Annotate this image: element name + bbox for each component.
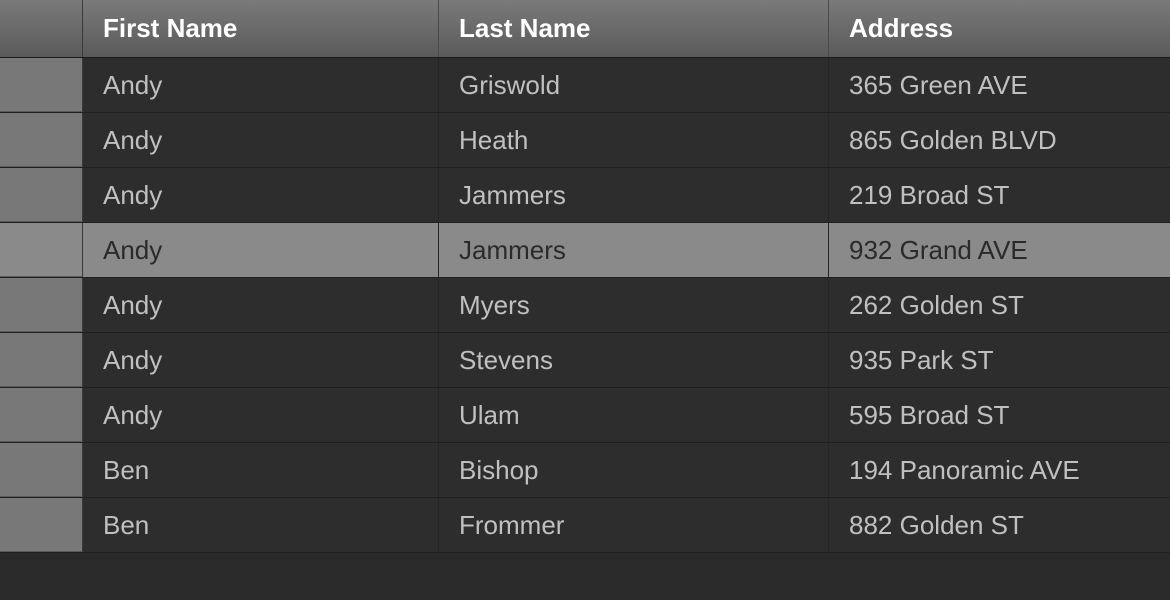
cell-last-name[interactable]: Jammers (439, 223, 829, 277)
cell-address[interactable]: 932 Grand AVE (829, 223, 1170, 277)
cell-last-name[interactable]: Jammers (439, 168, 829, 222)
row-selector[interactable] (0, 498, 83, 552)
table-row[interactable]: AndyMyers262 Golden ST (0, 278, 1170, 333)
cell-first-name[interactable]: Andy (83, 113, 439, 167)
cell-first-name[interactable]: Andy (83, 278, 439, 332)
table-row[interactable]: AndyJammers932 Grand AVE (0, 223, 1170, 278)
cell-first-name[interactable]: Andy (83, 333, 439, 387)
table-row[interactable]: AndyJammers219 Broad ST (0, 168, 1170, 223)
row-selector[interactable] (0, 278, 83, 332)
cell-last-name[interactable]: Ulam (439, 388, 829, 442)
row-selector[interactable] (0, 223, 83, 277)
cell-address[interactable]: 882 Golden ST (829, 498, 1170, 552)
row-selector[interactable] (0, 388, 83, 442)
row-selector[interactable] (0, 113, 83, 167)
row-selector[interactable] (0, 333, 83, 387)
select-all-gutter[interactable] (0, 0, 83, 57)
column-header-first-name[interactable]: First Name (83, 0, 439, 57)
cell-last-name[interactable]: Myers (439, 278, 829, 332)
cell-address[interactable]: 365 Green AVE (829, 58, 1170, 112)
data-grid[interactable]: First Name Last Name Address AndyGriswol… (0, 0, 1170, 600)
cell-last-name[interactable]: Heath (439, 113, 829, 167)
row-selector[interactable] (0, 168, 83, 222)
column-header-last-name[interactable]: Last Name (439, 0, 829, 57)
row-selector[interactable] (0, 58, 83, 112)
rows-wrapper: AndyGriswold365 Green AVEAndyHeath865 Go… (0, 58, 1170, 553)
cell-address[interactable]: 935 Park ST (829, 333, 1170, 387)
cell-address[interactable]: 219 Broad ST (829, 168, 1170, 222)
cell-first-name[interactable]: Ben (83, 498, 439, 552)
cell-last-name[interactable]: Griswold (439, 58, 829, 112)
table-row[interactable]: AndyStevens935 Park ST (0, 333, 1170, 388)
table-row[interactable]: BenFrommer882 Golden ST (0, 498, 1170, 553)
row-selector[interactable] (0, 443, 83, 497)
table-row[interactable]: BenBishop194 Panoramic AVE (0, 443, 1170, 498)
header-row: First Name Last Name Address (0, 0, 1170, 58)
cell-last-name[interactable]: Stevens (439, 333, 829, 387)
cell-last-name[interactable]: Bishop (439, 443, 829, 497)
cell-address[interactable]: 865 Golden BLVD (829, 113, 1170, 167)
table-row[interactable]: AndyUlam595 Broad ST (0, 388, 1170, 443)
cell-address[interactable]: 595 Broad ST (829, 388, 1170, 442)
cell-first-name[interactable]: Ben (83, 443, 439, 497)
cell-first-name[interactable]: Andy (83, 223, 439, 277)
cell-first-name[interactable]: Andy (83, 388, 439, 442)
table-row[interactable]: AndyHeath865 Golden BLVD (0, 113, 1170, 168)
cell-address[interactable]: 262 Golden ST (829, 278, 1170, 332)
cell-first-name[interactable]: Andy (83, 58, 439, 112)
cell-last-name[interactable]: Frommer (439, 498, 829, 552)
cell-address[interactable]: 194 Panoramic AVE (829, 443, 1170, 497)
table-row[interactable]: AndyGriswold365 Green AVE (0, 58, 1170, 113)
cell-first-name[interactable]: Andy (83, 168, 439, 222)
column-header-address[interactable]: Address (829, 0, 1170, 57)
